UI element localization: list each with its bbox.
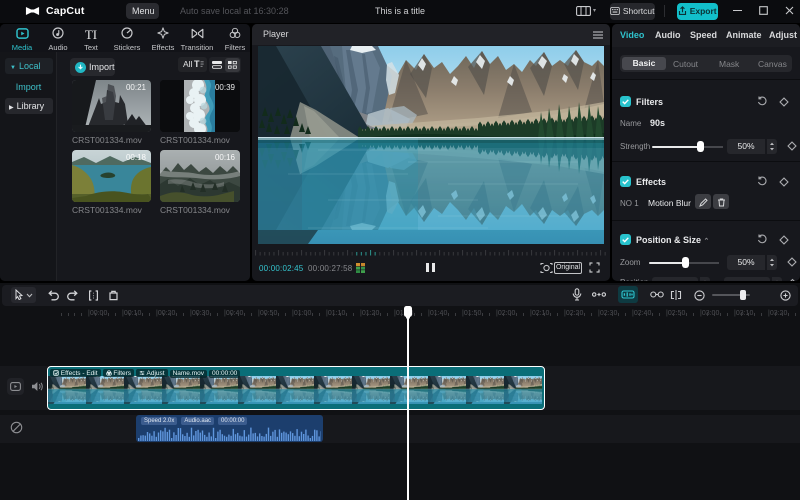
svg-text:T: T bbox=[194, 59, 200, 69]
